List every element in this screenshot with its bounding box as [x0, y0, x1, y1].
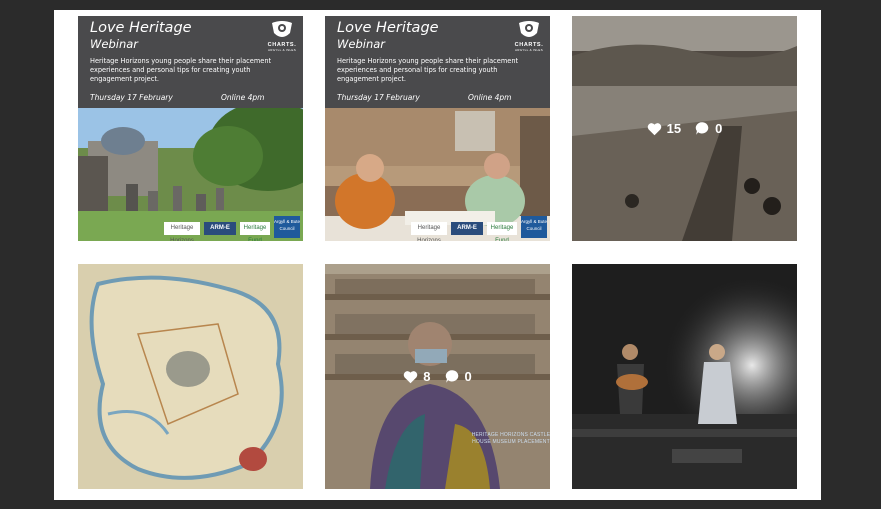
museum-placement-label: HERITAGE HORIZONS CASTLE HOUSE MUSEUM PL… [471, 432, 550, 445]
partner-arm-e: ARM-E [204, 222, 236, 235]
post-stats-overlay: 8 0 [325, 264, 550, 489]
comments-count: 0 [464, 369, 472, 384]
webinar-date: Thursday 17 February [337, 93, 420, 102]
feed-tile-pier-photo[interactable]: 15 0 [572, 16, 797, 241]
feed-tile-performance-photo[interactable] [572, 264, 797, 489]
charts-logo-icon [272, 21, 292, 37]
partner-arm-e: ARM-E [451, 222, 483, 235]
partner-logos: Heritage Horizons ARM-E Heritage Fund Ar… [164, 216, 300, 241]
likes-stat: 15 [647, 121, 681, 136]
feed-tile-museum-photo[interactable]: 8 0 HERITAGE HORIZONS CASTLE HOUSE MUSEU… [325, 264, 550, 489]
webinar-title: Love Heritage [90, 20, 192, 36]
webinar-description: Heritage Horizons young people share the… [337, 57, 519, 83]
webinar-subtitle: Webinar [337, 37, 386, 51]
likes-stat: 8 [403, 369, 431, 384]
feed-tile-webinar-1[interactable]: Love Heritage Webinar Heritage Horizons … [78, 16, 303, 241]
comment-icon [695, 122, 709, 135]
instagram-feed-panel: Love Heritage Webinar Heritage Horizons … [54, 10, 821, 500]
heart-icon [647, 122, 661, 135]
feed-tile-webinar-2[interactable]: Love Heritage Webinar Heritage Horizons … [325, 16, 550, 241]
comments-count: 0 [715, 121, 723, 136]
webinar-title: Love Heritage [337, 20, 439, 36]
comments-stat: 0 [445, 369, 472, 384]
heart-icon [404, 370, 418, 383]
comment-icon [445, 370, 458, 383]
likes-count: 8 [423, 369, 431, 384]
partner-heritage-fund: Heritage Fund [487, 222, 517, 241]
logo-subtext: ARGYLL & ISLES [267, 48, 297, 52]
partner-argyll-bute: Argyll & Bute Council [521, 216, 547, 238]
webinar-header: Love Heritage Webinar Heritage Horizons … [78, 16, 303, 108]
partner-heritage-horizons: Heritage Horizons [411, 222, 447, 241]
logo-subtext: ARGYLL & ISLES [514, 48, 544, 52]
likes-count: 15 [666, 121, 682, 136]
charts-logo: CHARTS. ARGYLL & ISLES [512, 19, 546, 57]
webinar-time: Online 4pm [468, 93, 512, 102]
post-stats-overlay: 15 0 [572, 16, 797, 241]
webinar-header: Love Heritage Webinar Heritage Horizons … [325, 16, 550, 108]
antique-map-photo [78, 264, 303, 489]
partner-heritage-horizons: Heritage Horizons [164, 222, 200, 241]
webinar-date: Thursday 17 February [90, 93, 173, 102]
comments-stat: 0 [695, 121, 722, 136]
charts-logo: CHARTS. ARGYLL & ISLES [265, 19, 299, 57]
feed-tile-map-photo[interactable] [78, 264, 303, 489]
webinar-subtitle: Webinar [90, 37, 139, 51]
partner-argyll-bute: Argyll & Bute Council [274, 216, 300, 238]
stage-performance-photo [572, 264, 797, 489]
charts-logo-icon [519, 21, 539, 37]
partner-heritage-fund: Heritage Fund [240, 222, 270, 241]
partner-logos: Heritage Horizons ARM-E Heritage Fund Ar… [411, 216, 547, 241]
webinar-description: Heritage Horizons young people share the… [90, 57, 272, 83]
webinar-time: Online 4pm [221, 93, 265, 102]
